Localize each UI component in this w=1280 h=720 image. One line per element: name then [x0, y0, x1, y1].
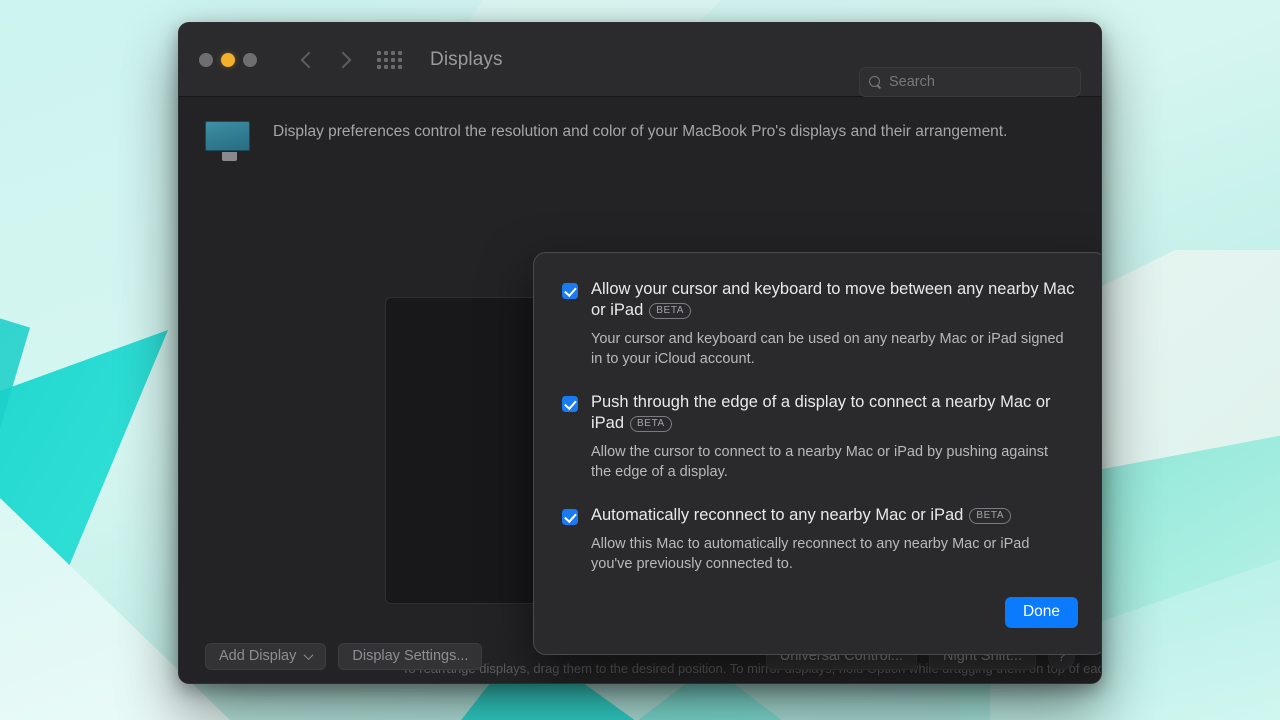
desktop: Displays Search Display preferences cont…: [0, 0, 1280, 720]
add-display-label: Add Display: [219, 648, 297, 664]
search-icon: [869, 75, 882, 89]
navigation-buttons: [300, 51, 352, 68]
display-settings-button[interactable]: Display Settings...: [338, 642, 483, 670]
beta-badge: BETA: [630, 416, 672, 432]
close-button[interactable]: [199, 52, 213, 67]
window-body: Display preferences control the resoluti…: [179, 97, 1101, 683]
grid-dots-icon[interactable]: [377, 50, 402, 69]
option-subtitle: Allow this Mac to automatically reconnec…: [591, 535, 1030, 573]
minimize-button[interactable]: [221, 52, 235, 67]
traffic-lights: [199, 52, 257, 67]
description-text: Display preferences control the resoluti…: [273, 123, 1008, 140]
checkbox-allow-cursor-keyboard[interactable]: [562, 283, 578, 299]
search-field[interactable]: Search: [859, 67, 1081, 97]
option-subtitle: Allow the cursor to connect to a nearby …: [591, 443, 1049, 481]
search-placeholder: Search: [889, 74, 935, 90]
option-title: Push through the edge of a display to co…: [591, 392, 1078, 435]
dialog-footer: Done: [1004, 597, 1078, 628]
option-row[interactable]: Allow your cursor and keyboard to move b…: [562, 279, 1078, 370]
chevron-left-icon[interactable]: [300, 51, 318, 68]
option-row[interactable]: Push through the edge of a display to co…: [562, 392, 1078, 483]
option-title: Allow your cursor and keyboard to move b…: [591, 279, 1078, 322]
checkbox-push-through-edge[interactable]: [562, 396, 578, 413]
option-title: Automatically reconnect to any nearby Ma…: [591, 505, 1078, 526]
option-subtitle: Your cursor and keyboard can be used on …: [591, 330, 1064, 368]
chevron-right-icon[interactable]: [334, 51, 352, 68]
universal-control-dialog: Allow your cursor and keyboard to move b…: [533, 252, 1101, 655]
window-titlebar: Displays Search: [179, 23, 1101, 97]
add-display-button[interactable]: Add Display: [205, 642, 327, 670]
option-row[interactable]: Automatically reconnect to any nearby Ma…: [562, 505, 1078, 575]
zoom-button[interactable]: [243, 52, 257, 67]
beta-badge: BETA: [649, 303, 692, 319]
display-icon: [205, 121, 253, 161]
description-row: Display preferences control the resoluti…: [179, 97, 1101, 161]
chevron-down-icon: [303, 649, 314, 660]
displays-preferences-window: Displays Search Display preferences cont…: [178, 22, 1102, 684]
option-title-text: Automatically reconnect to any nearby Ma…: [591, 506, 964, 525]
page-title: Displays: [430, 48, 503, 70]
beta-badge: BETA: [969, 508, 1012, 524]
done-button[interactable]: Done: [1004, 597, 1078, 628]
checkbox-auto-reconnect[interactable]: [562, 509, 578, 526]
